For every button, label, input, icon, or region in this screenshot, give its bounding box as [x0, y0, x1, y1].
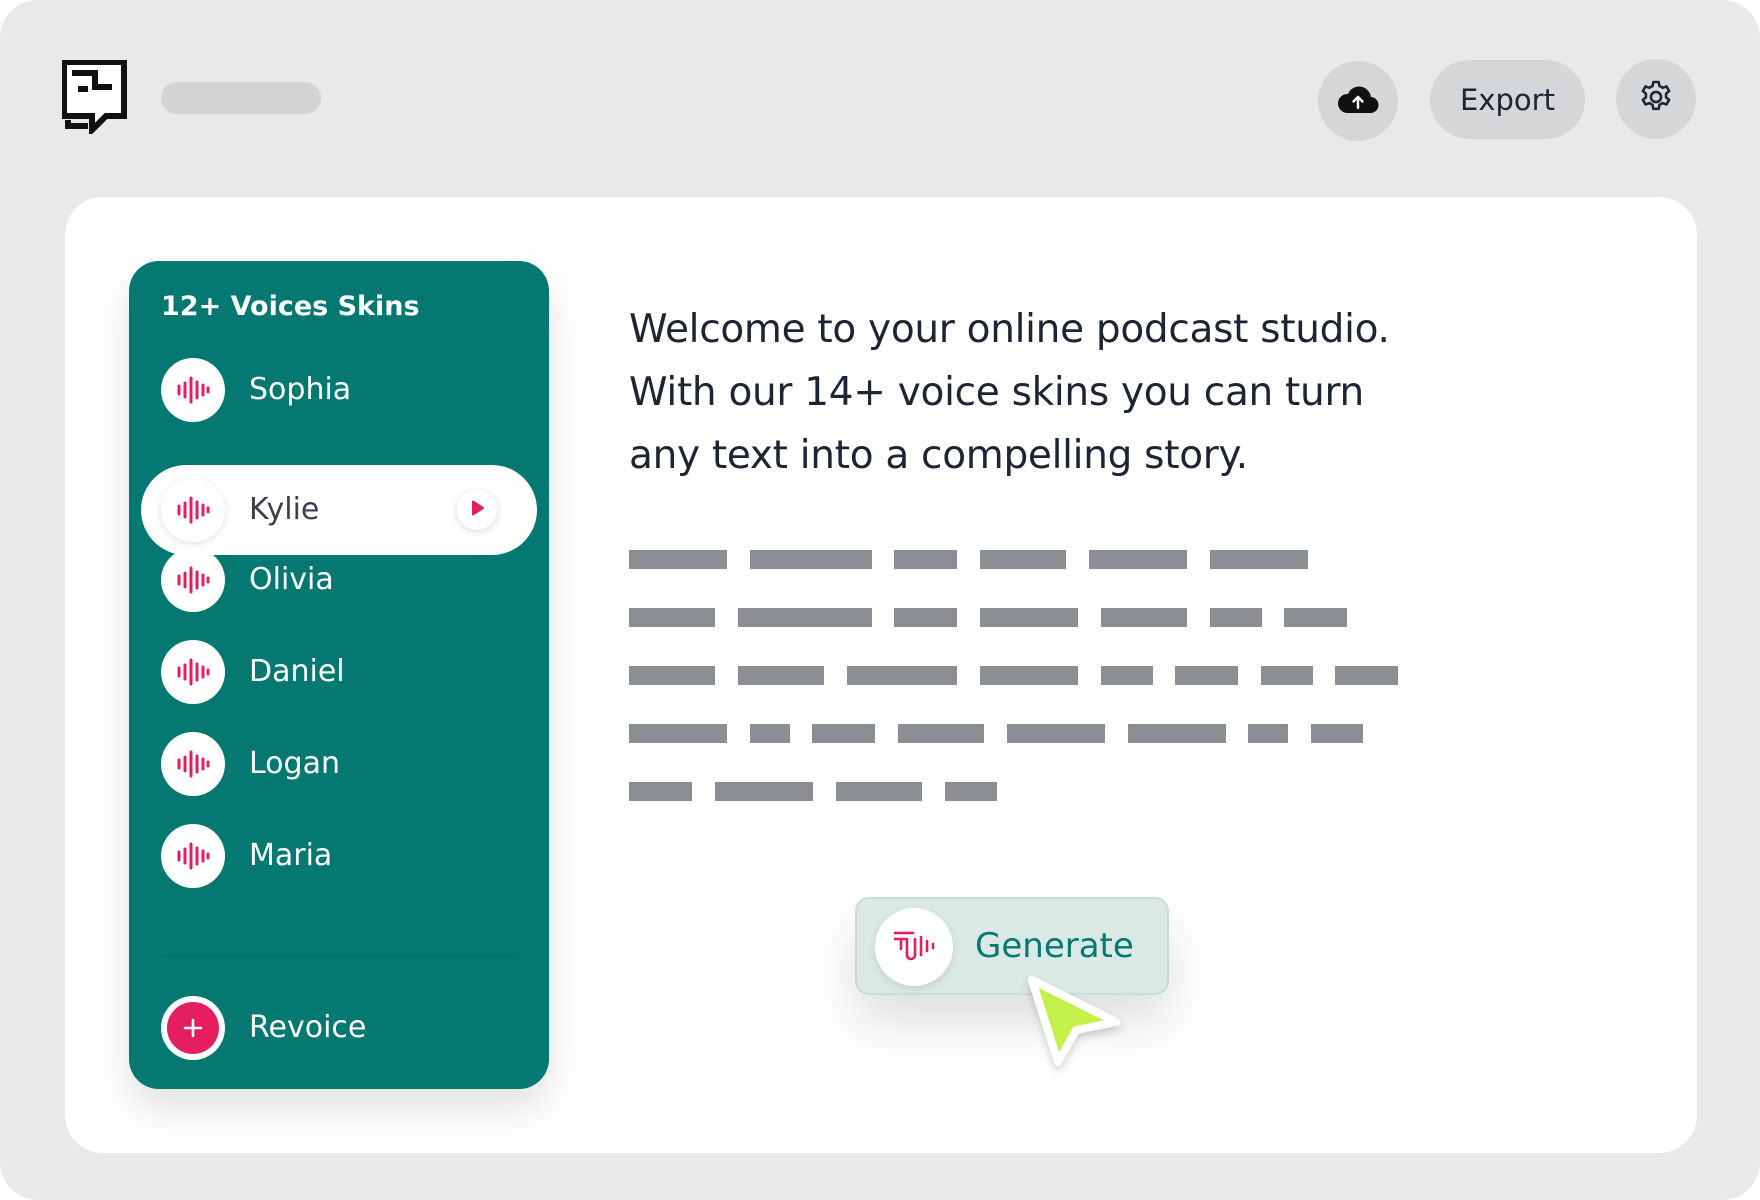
revoice-button[interactable]: Revoice — [141, 983, 537, 1073]
export-button[interactable]: Export — [1430, 60, 1585, 139]
waveform-icon — [161, 478, 225, 542]
waveform-icon — [161, 548, 225, 612]
text-placeholder-word — [629, 608, 715, 627]
text-placeholder-word — [812, 724, 875, 743]
settings-button[interactable] — [1616, 59, 1696, 139]
text-placeholder-word — [1089, 550, 1187, 569]
text-placeholder-word — [1248, 724, 1288, 743]
text-placeholder-word — [980, 666, 1078, 685]
text-placeholder-word — [836, 782, 922, 801]
text-placeholder-word — [980, 550, 1066, 569]
plus-icon — [161, 996, 225, 1060]
project-title-placeholder — [161, 82, 321, 114]
waveform-icon — [161, 640, 225, 704]
text-placeholder-word — [750, 724, 790, 743]
voice-name: Sophia — [249, 372, 352, 407]
chat-bubble-logo-icon — [61, 59, 128, 138]
text-placeholder-word — [715, 782, 813, 801]
text-placeholder-word — [894, 550, 957, 569]
text-placeholder-word — [945, 782, 997, 801]
export-label: Export — [1460, 82, 1555, 117]
text-placeholder-word — [1210, 550, 1308, 569]
voice-skins-panel: 12+ Voices Skins Sophia Kylie Olivia Dan… — [129, 261, 549, 1089]
text-placeholder-word — [629, 666, 715, 685]
text-placeholder-word — [894, 608, 957, 627]
text-placeholder-word — [1101, 666, 1153, 685]
panel-divider — [161, 955, 517, 956]
text-placeholder-word — [1007, 724, 1105, 743]
welcome-line: any text into a compelling story. — [629, 433, 1248, 478]
voice-name: Daniel — [249, 654, 345, 689]
cloud-upload-icon — [1337, 83, 1379, 119]
welcome-line: With our 14+ voice skins you can turn — [629, 370, 1364, 415]
text-placeholder-word — [980, 608, 1078, 627]
app-window: Export 12+ Voices Skins Sophia Kylie Oli… — [0, 0, 1760, 1200]
voice-name: Logan — [249, 746, 340, 781]
voice-item-sophia[interactable]: Sophia — [141, 345, 537, 435]
text-placeholder-word — [1261, 666, 1313, 685]
text-placeholder-word — [1210, 608, 1262, 627]
text-placeholder-word — [1128, 724, 1226, 743]
upload-button[interactable] — [1318, 61, 1398, 141]
text-placeholder-word — [738, 666, 824, 685]
waveform-icon — [161, 824, 225, 888]
text-placeholder-word — [847, 666, 957, 685]
panel-title: 12+ Voices Skins — [161, 291, 420, 322]
text-placeholder-word — [1311, 724, 1363, 743]
text-placeholder-word — [738, 608, 872, 627]
text-placeholder-word — [1335, 666, 1398, 685]
voice-item-daniel[interactable]: Daniel — [141, 627, 537, 717]
welcome-text: Welcome to your online podcast studio. W… — [629, 298, 1489, 487]
text-placeholder-word — [629, 724, 727, 743]
text-placeholder-word — [1284, 608, 1347, 627]
play-button[interactable] — [457, 490, 497, 530]
voice-item-logan[interactable]: Logan — [141, 719, 537, 809]
welcome-line: Welcome to your online podcast studio. — [629, 307, 1390, 352]
generate-waveform-icon — [875, 908, 953, 986]
play-icon — [468, 499, 486, 521]
voice-item-olivia[interactable]: Olivia — [141, 535, 537, 625]
waveform-icon — [161, 732, 225, 796]
mouse-cursor-icon — [1018, 968, 1130, 1074]
text-placeholder-word — [629, 550, 727, 569]
waveform-icon — [161, 358, 225, 422]
text-placeholder-word — [1175, 666, 1238, 685]
voice-name: Maria — [249, 838, 333, 873]
voice-name: Olivia — [249, 562, 334, 597]
text-placeholder-word — [629, 782, 692, 801]
gear-icon — [1637, 78, 1675, 120]
text-placeholder-word — [898, 724, 984, 743]
text-placeholder-word — [750, 550, 872, 569]
voice-item-maria[interactable]: Maria — [141, 811, 537, 901]
text-placeholder-word — [1101, 608, 1187, 627]
revoice-label: Revoice — [249, 1010, 367, 1045]
